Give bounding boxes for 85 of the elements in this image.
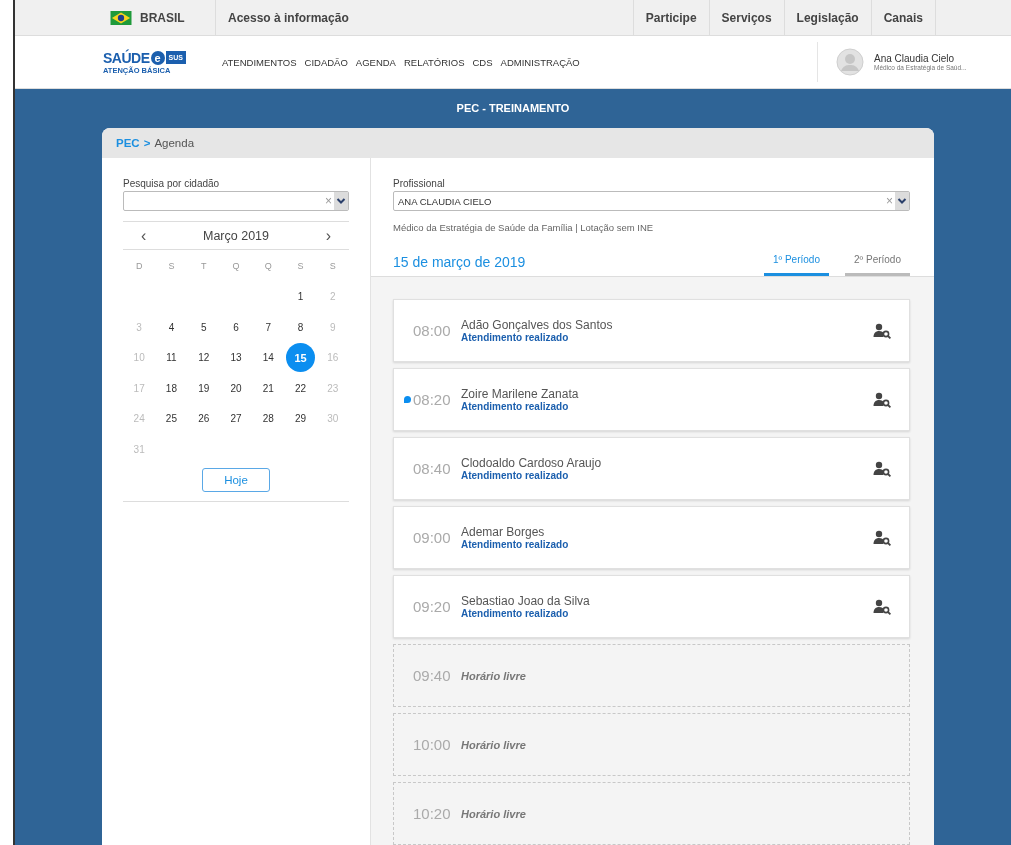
gov-bar-link[interactable]: Canais — [870, 0, 936, 35]
nav-menu-item[interactable]: ATENDIMENTOS — [221, 56, 297, 68]
free-slot-label: Horário livre — [461, 669, 526, 682]
calendar-day[interactable]: 22 — [286, 373, 316, 403]
gov-bar-link[interactable]: Serviços — [708, 0, 784, 35]
weekday-label: S — [328, 260, 337, 274]
appointment-status: Atendimento realizado — [461, 401, 570, 412]
appointment-time: 08:20 — [413, 391, 452, 408]
appointment-status: Atendimento realizado — [461, 608, 570, 619]
professional-info: Médico da Estratégia de Saúde da Família | Lotação sem INE — [393, 222, 655, 233]
weekday-label: Q — [263, 260, 273, 274]
calendar-day[interactable]: 27 — [221, 404, 251, 434]
appointment-status: Atendimento realizado — [461, 332, 570, 343]
appointment-time: 08:00 — [413, 322, 452, 339]
patient-name: Ademar Borges — [461, 525, 546, 539]
gov-bar-link[interactable]: Legislação — [783, 0, 871, 35]
calendar-day[interactable]: 8 — [286, 312, 316, 342]
weekday-label: S — [296, 260, 305, 274]
flag-icon — [110, 10, 132, 25]
weekday-label: D — [134, 260, 144, 274]
calendar-day[interactable]: 6 — [221, 312, 251, 342]
slot-time: 10:20 — [413, 805, 452, 822]
weekday-label: Q — [231, 260, 241, 274]
nav-menu-item[interactable]: AGENDA — [355, 56, 396, 68]
patient-name: Sebastiao Joao da Silva — [461, 594, 591, 608]
appointment-time: 09:20 — [413, 598, 452, 615]
patient-name: Zoire Marilene Zanata — [461, 387, 580, 401]
next-month-button[interactable]: › — [319, 226, 337, 245]
access-info-link[interactable]: Acesso à informação — [216, 0, 633, 35]
person-search-icon[interactable] — [873, 322, 891, 339]
today-button[interactable]: Hoje — [202, 467, 270, 492]
appointment-card[interactable]: 08:00 Adão Gonçalves dos Santos Atendimento realizado — [393, 299, 910, 362]
slot-time: 10:00 — [413, 736, 452, 753]
weekday-label: T — [199, 260, 208, 274]
calendar-day[interactable]: 19 — [189, 373, 219, 403]
calendar-day[interactable]: 11 — [156, 343, 186, 373]
calendar-day[interactable]: 4 — [156, 312, 186, 342]
calendar-day[interactable]: 1 — [286, 282, 316, 312]
free-slot[interactable]: 09:40 Horário livre — [393, 644, 910, 707]
nav-menu-item[interactable]: ADMINISTRAÇÃO — [500, 56, 580, 68]
user-name: Ana Claudia Cielo — [874, 53, 956, 64]
nav-menu-item[interactable]: CIDADÃO — [304, 56, 348, 68]
previous-month-button[interactable]: ‹ — [135, 226, 153, 245]
dropdown-icon[interactable] — [895, 192, 909, 210]
dropdown-icon[interactable] — [334, 192, 348, 210]
person-search-icon[interactable] — [873, 391, 891, 408]
calendar-day[interactable]: 28 — [253, 404, 283, 434]
calendar-day[interactable]: 20 — [221, 373, 251, 403]
page-title: PEC - TREINAMENTO — [455, 101, 571, 116]
calendar-day[interactable]: 18 — [156, 373, 186, 403]
nav-menu-item[interactable]: RELATÓRIOS — [403, 56, 465, 68]
month-title: Março 2019 — [203, 228, 269, 243]
appointment-time: 08:40 — [413, 460, 452, 477]
gov-bar-link[interactable]: Participe — [632, 0, 709, 35]
nav-menu-item[interactable]: CDS — [472, 56, 493, 68]
patient-name: Clodoaldo Cardoso Araujo — [461, 456, 603, 470]
appointment-status: Atendimento realizado — [461, 470, 570, 481]
field-label: Profissional — [393, 178, 446, 189]
patient-name: Adão Gonçalves dos Santos — [461, 318, 614, 332]
free-slot[interactable]: 10:20 Horário livre — [393, 782, 910, 845]
calendar-day[interactable]: 13 — [221, 343, 251, 373]
weekday-label: S — [167, 260, 176, 274]
calendar-day[interactable]: 29 — [286, 404, 316, 434]
slot-time: 09:40 — [413, 667, 452, 684]
calendar-day[interactable]: 25 — [156, 404, 186, 434]
calendar-day[interactable]: 14 — [253, 343, 283, 373]
country-label[interactable]: BRASIL — [140, 10, 185, 25]
person-search-icon[interactable] — [873, 529, 891, 546]
calendar-day[interactable]: 26 — [189, 404, 219, 434]
calendar-day[interactable]: 5 — [189, 312, 219, 342]
field-label: Pesquisa por cidadão — [123, 178, 221, 189]
selected-date: 15 de março de 2019 — [393, 253, 527, 270]
appointment-status: Atendimento realizado — [461, 539, 570, 550]
calendar-day[interactable]: 12 — [189, 343, 219, 373]
appointment-time: 09:00 — [413, 529, 452, 546]
calendar-day[interactable]: 7 — [253, 312, 283, 342]
free-slot-label: Horário livre — [461, 738, 526, 751]
breadcrumb-separator: > — [143, 137, 151, 149]
professional-select[interactable]: ANA CLAUDIA CIELO × — [393, 191, 910, 211]
person-search-icon[interactable] — [873, 598, 891, 615]
calendar-day[interactable]: 21 — [253, 373, 283, 403]
breadcrumb-current: Agenda — [154, 137, 195, 149]
free-slot[interactable]: 10:00 Horário livre — [393, 713, 910, 776]
free-slot-label: Horário livre — [461, 807, 526, 820]
person-search-icon[interactable] — [873, 460, 891, 477]
